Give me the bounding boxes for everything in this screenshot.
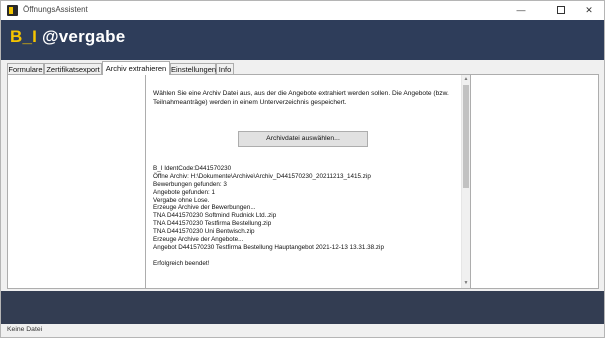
status-bar: Keine Datei: [1, 324, 604, 337]
brand-logo: B_I @vergabe: [10, 27, 125, 47]
log-line: TNA D441570230 Softmind Rudnick Ltd..zip: [153, 212, 277, 220]
log-line: Vergabe ohne Lose.: [153, 196, 210, 204]
status-text: Keine Datei: [7, 326, 43, 333]
log-line: Angebot D441570230 Testfirma Bestellung …: [153, 243, 384, 251]
tab-panel: Wählen Sie eine Archiv Datei aus, aus de…: [7, 74, 599, 289]
log-line: TNA D441570230 Uni Bentwisch.zip: [153, 228, 255, 236]
close-icon: ✕: [585, 5, 593, 15]
header-banner: B_I @vergabe: [1, 20, 604, 60]
log-line: Angebote gefunden: 1: [153, 188, 215, 196]
log-line: Öffne Archiv: H:\Dokumente\Archive\Archi…: [153, 172, 371, 180]
log-line-success: Erfolgreich beendet!: [153, 259, 210, 267]
log-line: Erzeuge Archive der Angebote...: [153, 236, 244, 244]
intro-text: Wählen Sie eine Archiv Datei aus, aus de…: [153, 90, 449, 106]
select-archive-button[interactable]: Archivdatei auswählen...: [238, 131, 368, 147]
vertical-scrollbar[interactable]: ▲ ▼: [461, 75, 470, 288]
log-line: B_I IdentCode:D441570230: [153, 165, 232, 172]
scroll-up-icon[interactable]: ▲: [462, 75, 470, 84]
scroll-down-icon[interactable]: ▼: [462, 279, 470, 288]
log-output: B_I IdentCode:D441570230 Öffne Archiv: H…: [153, 165, 453, 268]
archive-content-box: Wählen Sie eine Archiv Datei aus, aus de…: [145, 74, 471, 289]
scroll-thumb[interactable]: [463, 85, 469, 188]
maximize-button[interactable]: [546, 1, 576, 20]
log-line: TNA D441570230 Testfirma Bestellung.zip: [153, 220, 272, 228]
log-line: Bewerbungen gefunden: 3: [153, 180, 227, 188]
footer-band: [1, 291, 604, 324]
logo-suffix: @vergabe: [42, 27, 126, 46]
app-window: ÖffnungsAssistent — ✕ B_I @vergabe Formu…: [0, 0, 605, 338]
tab-archiv-extrahieren[interactable]: Archiv extrahieren: [102, 61, 170, 75]
close-button[interactable]: ✕: [574, 1, 604, 20]
maximize-icon: [557, 6, 565, 14]
title-bar: ÖffnungsAssistent — ✕: [1, 1, 604, 20]
minimize-icon: —: [516, 5, 526, 15]
log-line-blank: [153, 252, 453, 260]
logo-prefix: B_I: [10, 27, 38, 46]
log-line: Erzeuge Archive der Bewerbungen...: [153, 204, 256, 212]
window-title: ÖffnungsAssistent: [23, 5, 88, 14]
minimize-button[interactable]: —: [506, 1, 536, 20]
app-icon: [7, 5, 18, 16]
